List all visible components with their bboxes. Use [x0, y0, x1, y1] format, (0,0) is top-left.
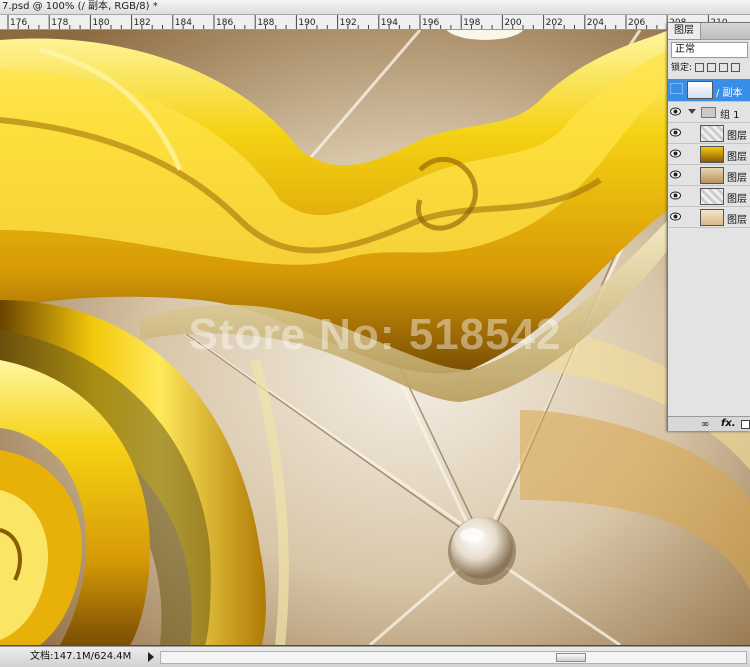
layer-thumbnail [700, 167, 724, 184]
lock-transparency-icon[interactable] [695, 63, 705, 72]
image-canvas[interactable]: Store No: 518542 [0, 30, 750, 645]
layer-row[interactable]: 图层 [668, 123, 750, 144]
layer-thumbnail [700, 146, 724, 163]
link-layers-icon[interactable]: ∞ [701, 419, 709, 430]
scrollbar-thumb[interactable] [556, 653, 586, 662]
lock-all-icon[interactable] [731, 63, 741, 72]
visibility-eye-icon[interactable] [670, 128, 681, 137]
folder-icon [701, 107, 716, 118]
layer-thumbnail [687, 81, 713, 99]
layer-name: 组 1 [720, 110, 740, 121]
status-menu-arrow-icon[interactable] [148, 652, 154, 662]
tab-layers[interactable]: 图层 [668, 23, 701, 39]
layer-row[interactable]: / 副本 [668, 79, 750, 102]
layers-list: / 副本组 1 图层 图层 图层 图层 图层 [668, 79, 750, 228]
layer-name: 图层 [727, 194, 747, 205]
visibility-eye-icon[interactable] [670, 170, 681, 179]
document-size-info: 文档:147.1M/624.4M [30, 651, 132, 662]
layer-group-row[interactable]: 组 1 [668, 102, 750, 123]
layer-row[interactable]: 图层 [668, 207, 750, 228]
layer-effects-button[interactable]: fx. [721, 418, 736, 429]
layers-panel: 图层 正常 锁定: / 副本组 1 图层 图层 图层 图层 图层 ∞ fx. [667, 22, 750, 431]
blend-mode-select[interactable]: 正常 [671, 42, 748, 58]
status-bar: 文档:147.1M/624.4M [0, 646, 750, 667]
visibility-eye-icon[interactable] [670, 212, 681, 221]
visibility-eye-icon[interactable] [670, 149, 681, 158]
layer-name: / 副本 [716, 88, 743, 99]
expand-triangle-icon[interactable] [688, 109, 696, 114]
layer-row[interactable]: 图层 [668, 165, 750, 186]
add-mask-icon[interactable] [741, 420, 750, 429]
ornament-artwork [0, 30, 750, 645]
layers-panel-footer: ∞ fx. [668, 416, 750, 431]
layer-name: 图层 [727, 215, 747, 226]
layer-name: 图层 [727, 173, 747, 184]
lock-row: 锁定: [671, 61, 748, 75]
lock-label: 锁定: [671, 63, 693, 73]
document-tab[interactable]: 7.psd @ 100% (/ 副本, RGB/8) * [0, 0, 750, 15]
layer-row[interactable]: 图层 [668, 186, 750, 207]
layers-panel-tabbar: 图层 [668, 23, 750, 40]
layer-row[interactable]: 图层 [668, 144, 750, 165]
visibility-eye-icon[interactable] [670, 191, 681, 200]
lock-pixels-icon[interactable] [707, 63, 717, 72]
layer-thumbnail [700, 125, 724, 142]
layer-name: 图层 [727, 131, 747, 142]
horizontal-ruler[interactable]: 176 178 180 182 184 186 188 190 192 194 196 198 200 2… [0, 15, 750, 30]
visibility-toggle-empty[interactable] [670, 83, 683, 94]
lock-position-icon[interactable] [719, 63, 729, 72]
horizontal-scrollbar[interactable] [160, 651, 747, 664]
document-title: 7.psd @ 100% (/ 副本, RGB/8) * [2, 1, 158, 12]
layer-thumbnail [700, 209, 724, 226]
layer-thumbnail [700, 188, 724, 205]
visibility-eye-icon[interactable] [670, 107, 681, 116]
ruler-ticks: 176 178 180 182 184 186 188 190 192 194 196 198 200 2… [7, 15, 740, 29]
layer-name: 图层 [727, 152, 747, 163]
